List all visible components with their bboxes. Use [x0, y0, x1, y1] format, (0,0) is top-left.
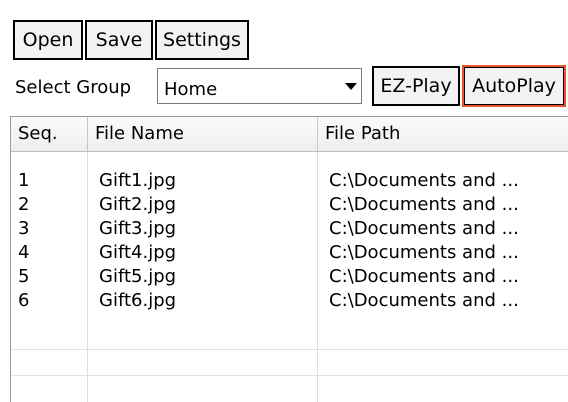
- file-path-cell: C:\Documents and ...: [329, 266, 519, 287]
- row-divider: [11, 375, 568, 376]
- chevron-down-icon[interactable]: [345, 83, 357, 90]
- column-header-file-name[interactable]: File Name: [88, 117, 318, 151]
- seq-cell: 4: [18, 242, 30, 263]
- seq-cell: 1: [18, 170, 30, 191]
- seq-cell: 2: [18, 194, 30, 215]
- open-button[interactable]: Open: [13, 20, 83, 60]
- group-select[interactable]: Home: [157, 68, 362, 104]
- table-row[interactable]: 4 Gift4.jpg C:\Documents and ...: [11, 241, 568, 265]
- table-row[interactable]: 3 Gift3.jpg C:\Documents and ...: [11, 217, 568, 241]
- file-name-cell: Gift4.jpg: [99, 242, 177, 263]
- seq-cell: 3: [18, 218, 30, 239]
- table-body: 1 Gift1.jpg C:\Documents and ... 2 Gift2…: [11, 169, 568, 313]
- table-row[interactable]: 5 Gift5.jpg C:\Documents and ...: [11, 265, 568, 289]
- ez-play-button[interactable]: EZ-Play: [372, 66, 460, 106]
- table-row[interactable]: 1 Gift1.jpg C:\Documents and ...: [11, 169, 568, 193]
- file-path-cell: C:\Documents and ...: [329, 218, 519, 239]
- file-name-cell: Gift3.jpg: [99, 218, 177, 239]
- file-name-cell: Gift2.jpg: [99, 194, 177, 215]
- seq-cell: 5: [18, 266, 30, 287]
- file-name-cell: Gift1.jpg: [99, 170, 177, 191]
- select-group-label: Select Group: [15, 77, 132, 98]
- table-row[interactable]: 2 Gift2.jpg C:\Documents and ...: [11, 193, 568, 217]
- column-header-seq[interactable]: Seq.: [11, 117, 88, 151]
- seq-cell: 6: [18, 290, 30, 311]
- column-header-file-path[interactable]: File Path: [318, 117, 568, 151]
- group-select-value: Home: [164, 79, 218, 100]
- file-path-cell: C:\Documents and ...: [329, 290, 519, 311]
- table-row[interactable]: 6 Gift6.jpg C:\Documents and ...: [11, 289, 568, 313]
- file-path-cell: C:\Documents and ...: [329, 194, 519, 215]
- file-table: Seq. File Name File Path 1 Gift1.jpg C:\…: [10, 116, 568, 402]
- row-divider: [11, 349, 568, 350]
- table-header: Seq. File Name File Path: [11, 117, 568, 152]
- file-name-cell: Gift5.jpg: [99, 266, 177, 287]
- file-name-cell: Gift6.jpg: [99, 290, 177, 311]
- settings-button[interactable]: Settings: [155, 20, 249, 60]
- autoplay-button[interactable]: AutoPlay: [462, 65, 566, 107]
- file-path-cell: C:\Documents and ...: [329, 170, 519, 191]
- save-button[interactable]: Save: [85, 20, 153, 60]
- file-path-cell: C:\Documents and ...: [329, 242, 519, 263]
